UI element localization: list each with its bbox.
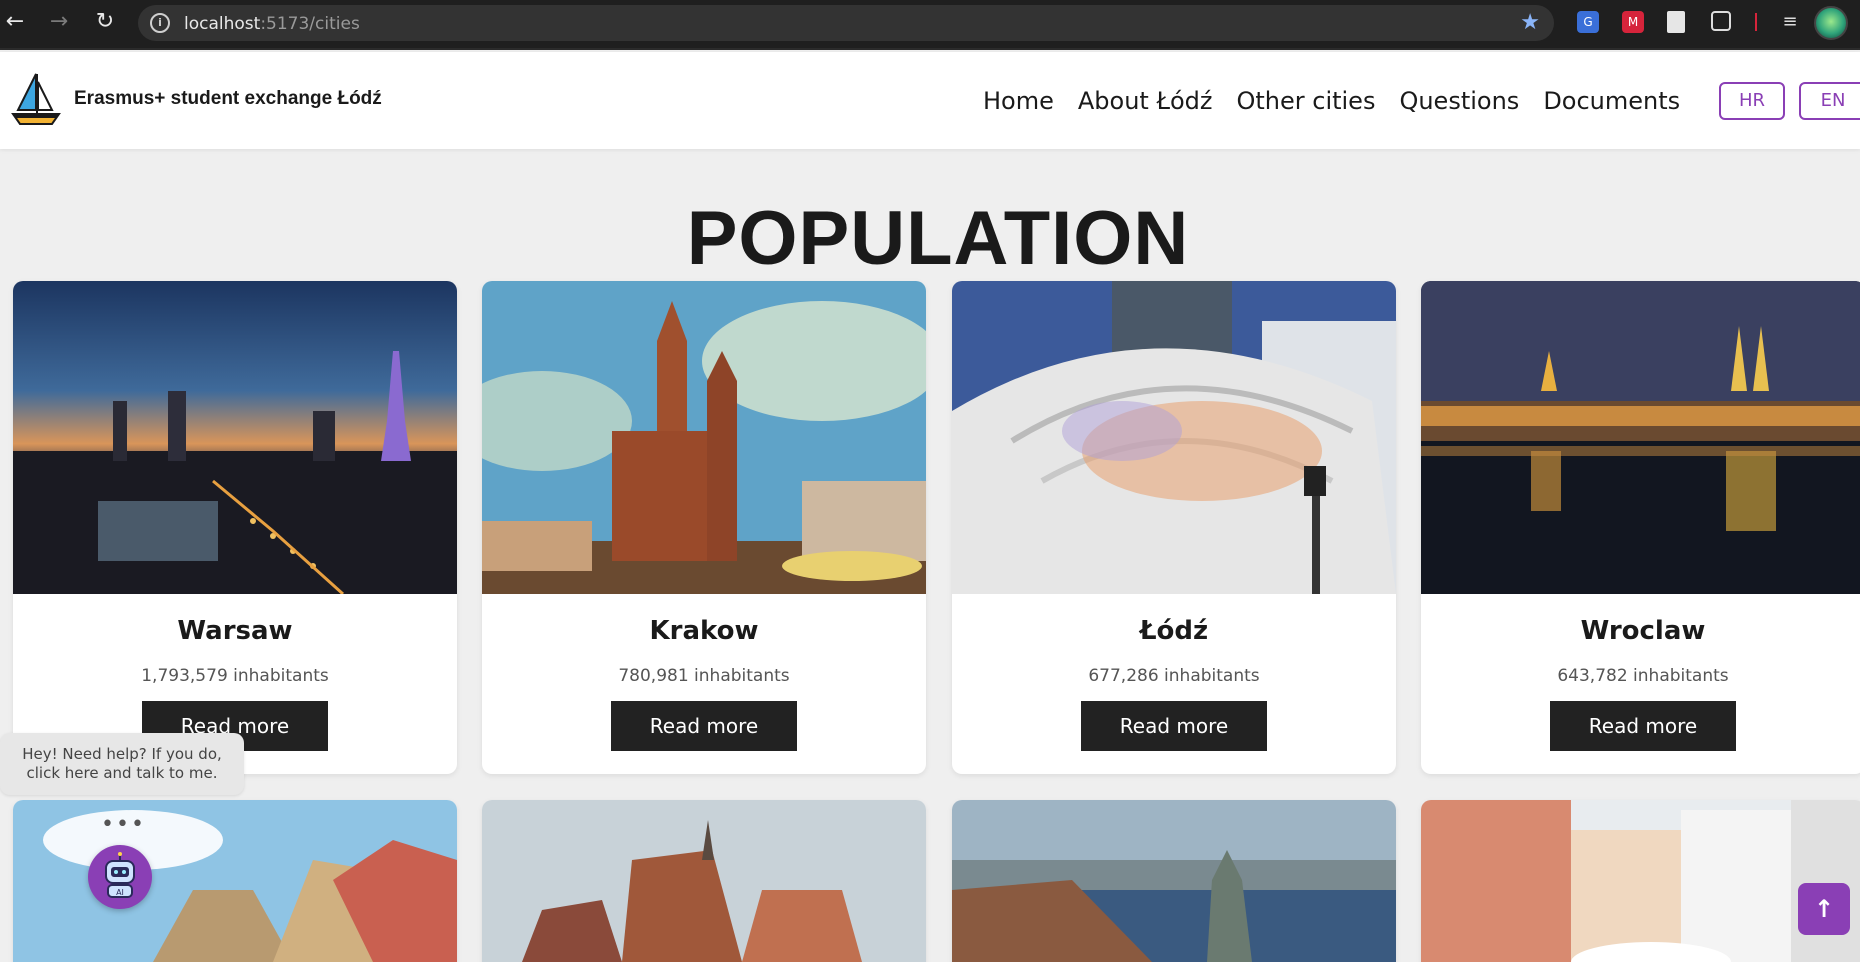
reload-button[interactable]: ↻: [92, 9, 118, 35]
nav-questions[interactable]: Questions: [1399, 83, 1519, 119]
city-card-wroclaw: Wroclaw 643,782 inhabitants Read more: [1421, 281, 1860, 774]
media-queue-icon[interactable]: ≡: [1779, 11, 1801, 33]
nav-about-lodz[interactable]: About Łódź: [1078, 83, 1213, 119]
nav-home[interactable]: Home: [983, 83, 1054, 119]
city-card-row2-3: [952, 800, 1396, 962]
toolbar-divider: [1755, 13, 1757, 31]
wroclaw-photo: [1421, 281, 1860, 594]
help-bubble[interactable]: Hey! Need help? If you do, click here an…: [0, 733, 244, 795]
nav-other-cities[interactable]: Other cities: [1236, 83, 1375, 119]
robot-icon: AI: [105, 852, 135, 898]
read-more-button[interactable]: Read more: [611, 701, 797, 751]
page-title: POPULATION: [686, 196, 1190, 281]
url-host: localhost: [184, 14, 261, 34]
arrow-up-icon: ↑: [1813, 895, 1835, 923]
city-population: 677,286 inhabitants: [1088, 666, 1260, 686]
city-name: Krakow: [649, 616, 759, 646]
url-text[interactable]: localhost:5173/cities: [184, 14, 360, 34]
arrow-left-icon: ←: [5, 9, 25, 34]
extensions-puzzle-icon[interactable]: [1711, 11, 1731, 31]
help-text-line1: Hey! Need help? If you do,: [22, 745, 222, 763]
document-extension-icon[interactable]: [1667, 11, 1685, 33]
back-button[interactable]: ←: [2, 9, 28, 35]
city-card-row2-4: [1421, 800, 1860, 962]
main-nav: Home About Łódź Other cities Questions D…: [983, 83, 1704, 119]
city-card-krakow: Krakow 780,981 inhabitants Read more: [482, 281, 926, 774]
url-path: :5173/cities: [260, 14, 360, 34]
site-header: Erasmus+ student exchange Łódź Home Abou…: [0, 52, 1860, 149]
browser-toolbar: ← → ↻ i localhost:5173/cities ★ G M ≡: [0, 0, 1860, 50]
city-photo: [482, 800, 926, 962]
read-more-button[interactable]: Read more: [1550, 701, 1736, 751]
warsaw-photo: [13, 281, 457, 594]
typing-indicator: •••: [101, 812, 146, 837]
bookmark-star-icon[interactable]: ★: [1520, 10, 1540, 35]
forward-button[interactable]: →: [46, 9, 72, 35]
lang-hr-button[interactable]: HR: [1719, 82, 1785, 120]
city-card-warsaw: Warsaw 1,793,579 inhabitants Read more: [13, 281, 457, 774]
address-bar[interactable]: i localhost:5173/cities ★: [138, 5, 1554, 41]
ai-assistant-button[interactable]: AI: [88, 845, 152, 909]
site-info-icon[interactable]: i: [150, 13, 170, 33]
city-population: 1,793,579 inhabitants: [141, 666, 329, 686]
city-name: Warsaw: [177, 616, 293, 646]
city-card-lodz: Łódź 677,286 inhabitants Read more: [952, 281, 1396, 774]
city-photo: [1421, 800, 1860, 962]
lodz-photo: [952, 281, 1396, 594]
reload-icon: ↻: [95, 9, 115, 34]
robot-label: AI: [116, 888, 124, 897]
krakow-photo: [482, 281, 926, 594]
mendeley-extension-icon[interactable]: M: [1622, 11, 1644, 33]
city-name: Łódź: [1139, 616, 1209, 646]
brand-title[interactable]: Erasmus+ student exchange Łódź: [74, 88, 382, 110]
city-population: 643,782 inhabitants: [1557, 666, 1729, 686]
profile-avatar[interactable]: [1814, 6, 1848, 40]
arrow-right-icon: →: [49, 9, 69, 34]
nav-documents[interactable]: Documents: [1543, 83, 1680, 119]
city-card-row2-1: [13, 800, 457, 962]
city-card-row2-2: [482, 800, 926, 962]
help-text-line2: click here and talk to me.: [26, 764, 218, 782]
scroll-to-top-button[interactable]: ↑: [1798, 883, 1850, 935]
city-population: 780,981 inhabitants: [618, 666, 790, 686]
sailboat-logo-icon[interactable]: [10, 72, 62, 128]
city-photo: [13, 800, 457, 962]
read-more-button[interactable]: Read more: [1081, 701, 1267, 751]
city-name: Wroclaw: [1580, 616, 1706, 646]
translate-extension-icon[interactable]: G: [1577, 11, 1599, 33]
city-photo: [952, 800, 1396, 962]
lang-en-button[interactable]: EN: [1799, 82, 1860, 120]
